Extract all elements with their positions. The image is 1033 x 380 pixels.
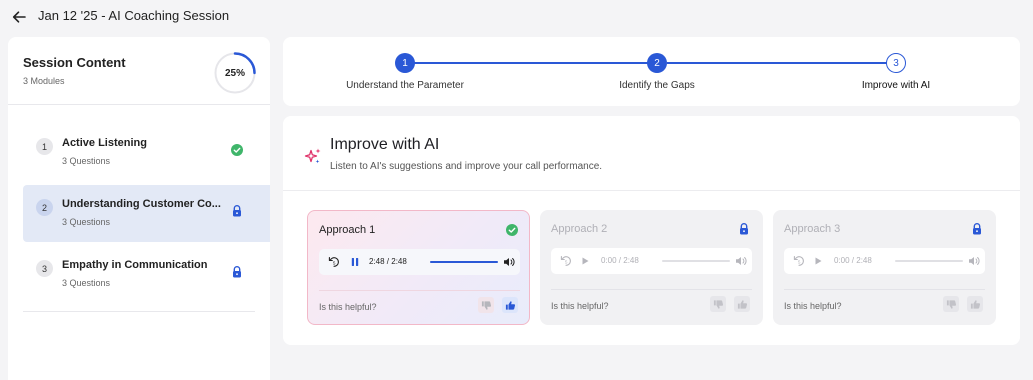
step-connector	[405, 62, 651, 64]
audio-player: 5 2:48 / 2:48	[319, 249, 520, 275]
thumbs-down-icon	[713, 299, 723, 309]
approach-title: Approach 3	[784, 223, 841, 235]
module-item-understanding-customer[interactable]: 2 Understanding Customer Co... 3 Questio…	[23, 185, 270, 242]
check-circle-icon	[231, 144, 243, 156]
section-subtitle: Listen to AI's suggestions and improve y…	[330, 161, 603, 172]
module-title: Understanding Customer Co...	[62, 198, 221, 210]
progress-label: 25%	[224, 67, 245, 79]
replay-5-icon[interactable]: 5	[792, 254, 806, 268]
step-2-label: Identify the Gaps	[619, 80, 695, 91]
module-number: 3	[36, 260, 53, 277]
playback-time: 2:48 / 2:48	[369, 257, 407, 266]
playback-track[interactable]	[430, 261, 498, 263]
lock-icon	[233, 266, 241, 278]
replay-5-icon[interactable]: 5	[327, 255, 341, 269]
volume-icon[interactable]	[734, 254, 748, 268]
arrow-left-icon[interactable]	[10, 8, 28, 26]
modules-count: 3 Modules	[23, 76, 65, 86]
progress-stepper: 1 Understand the Parameter 2 Identify th…	[283, 37, 1020, 106]
approach-card-2[interactable]: Approach 2 5 0:00 / 2:48 Is this helpful…	[540, 210, 763, 325]
pause-icon[interactable]	[348, 255, 362, 269]
thumbs-up-button[interactable]	[502, 297, 518, 313]
approach-title: Approach 2	[551, 223, 608, 235]
thumbs-down-button[interactable]	[478, 297, 494, 313]
divider	[319, 290, 520, 291]
thumbs-up-icon	[737, 299, 747, 309]
section-title: Improve with AI	[330, 136, 440, 153]
approach-card-3[interactable]: Approach 3 5 0:00 / 2:48 Is this helpful…	[773, 210, 996, 325]
module-item-active-listening[interactable]: 1 Active Listening 3 Questions	[23, 124, 270, 181]
helpful-prompt: Is this helpful?	[551, 301, 609, 311]
helpful-prompt: Is this helpful?	[784, 301, 842, 311]
module-title: Empathy in Communication	[62, 259, 208, 271]
module-subtitle: 3 Questions	[62, 156, 111, 166]
module-subtitle: 3 Questions	[62, 278, 111, 288]
thumbs-down-button[interactable]	[710, 296, 726, 312]
module-number: 2	[36, 199, 53, 216]
thumbs-up-icon	[505, 300, 515, 310]
lock-icon	[740, 223, 748, 235]
volume-icon[interactable]	[967, 254, 981, 268]
thumbs-up-button[interactable]	[967, 296, 983, 312]
play-icon[interactable]	[811, 254, 825, 268]
svg-text:5: 5	[565, 259, 568, 264]
playback-progress	[430, 261, 498, 263]
divider	[8, 104, 270, 105]
playback-time: 0:00 / 2:48	[834, 256, 872, 265]
audio-player: 5 0:00 / 2:48	[784, 248, 985, 274]
playback-track[interactable]	[662, 260, 730, 262]
thumbs-down-button[interactable]	[943, 296, 959, 312]
step-1-circle[interactable]: 1	[395, 53, 415, 73]
sparkle-icon	[304, 148, 321, 164]
thumbs-up-button[interactable]	[734, 296, 750, 312]
module-subtitle: 3 Questions	[62, 217, 111, 227]
step-1-label: Understand the Parameter	[346, 80, 464, 91]
step-3-circle[interactable]: 3	[886, 53, 906, 73]
check-circle-icon	[506, 224, 518, 236]
thumbs-down-icon	[481, 300, 491, 310]
play-icon[interactable]	[578, 254, 592, 268]
step-connector	[667, 62, 893, 64]
svg-text:5: 5	[333, 260, 336, 265]
improve-with-ai-panel: Improve with AI Listen to AI's suggestio…	[283, 116, 1020, 345]
svg-text:5: 5	[798, 259, 801, 264]
divider	[23, 311, 255, 312]
divider	[784, 289, 985, 290]
thumbs-down-icon	[946, 299, 956, 309]
page-title: Jan 12 '25 - AI Coaching Session	[38, 8, 230, 23]
session-content-title: Session Content	[23, 55, 126, 70]
replay-5-icon[interactable]: 5	[559, 254, 573, 268]
step-2-circle[interactable]: 2	[647, 53, 667, 73]
session-content-panel: Session Content 3 Modules 25% 1 Active L…	[8, 37, 270, 380]
thumbs-up-icon	[970, 299, 980, 309]
helpful-prompt: Is this helpful?	[319, 302, 377, 312]
module-title: Active Listening	[62, 137, 147, 149]
top-bar: Jan 12 '25 - AI Coaching Session	[0, 0, 1033, 34]
playback-time: 0:00 / 2:48	[601, 256, 639, 265]
module-item-empathy[interactable]: 3 Empathy in Communication 3 Questions	[23, 246, 270, 303]
lock-icon	[973, 223, 981, 235]
approach-card-1[interactable]: Approach 1 5 2:48 / 2:48 Is this helpful…	[307, 210, 530, 325]
playback-track[interactable]	[895, 260, 963, 262]
module-number: 1	[36, 138, 53, 155]
approach-title: Approach 1	[319, 224, 376, 236]
audio-player: 5 0:00 / 2:48	[551, 248, 752, 274]
lock-icon	[233, 205, 241, 217]
divider	[283, 190, 1020, 191]
divider	[551, 289, 752, 290]
step-3-label: Improve with AI	[861, 80, 931, 91]
volume-icon[interactable]	[502, 255, 516, 269]
